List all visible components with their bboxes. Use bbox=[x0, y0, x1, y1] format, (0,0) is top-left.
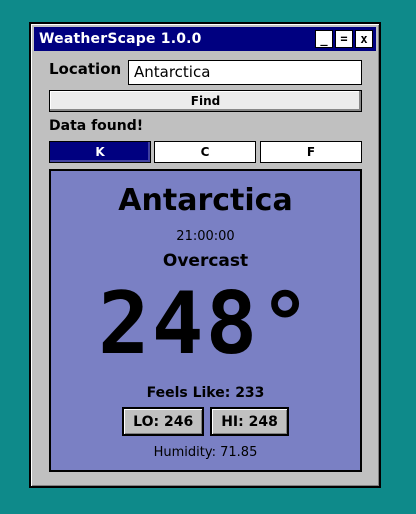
unit-fahrenheit-button[interactable]: F bbox=[260, 141, 362, 163]
minimize-button[interactable]: _ bbox=[315, 30, 333, 48]
city-name: Antarctica bbox=[118, 183, 293, 218]
low-temperature-badge: LO: 246 bbox=[122, 407, 205, 436]
feels-like: Feels Like: 233 bbox=[146, 385, 265, 401]
title-bar[interactable]: WeatherScape 1.0.0 _ = x bbox=[34, 27, 376, 51]
app-window: WeatherScape 1.0.0 _ = x Location Antarc… bbox=[29, 22, 381, 488]
unit-selector: K C F bbox=[49, 141, 362, 163]
humidity: Humidity: 71.85 bbox=[153, 445, 258, 460]
unit-kelvin-button[interactable]: K bbox=[49, 141, 151, 163]
close-button[interactable]: x bbox=[355, 30, 373, 48]
local-time: 21:00:00 bbox=[176, 229, 235, 244]
weather-condition: Overcast bbox=[162, 251, 249, 271]
temperature: 248° bbox=[97, 274, 314, 374]
find-button[interactable]: Find bbox=[49, 90, 362, 112]
maximize-button[interactable]: = bbox=[335, 30, 353, 48]
status-text: Data found! bbox=[49, 118, 144, 134]
unit-celsius-button[interactable]: C bbox=[154, 141, 256, 163]
location-input[interactable]: Antarctica bbox=[128, 60, 362, 85]
weather-panel: Antarctica 21:00:00 Overcast 248° Feels … bbox=[49, 169, 362, 472]
window-title: WeatherScape 1.0.0 bbox=[39, 31, 202, 47]
high-temperature-badge: HI: 248 bbox=[210, 407, 289, 436]
hi-lo-row: LO: 246 HI: 248 bbox=[51, 407, 360, 436]
location-label: Location bbox=[49, 60, 122, 78]
location-row: Location bbox=[49, 60, 121, 78]
